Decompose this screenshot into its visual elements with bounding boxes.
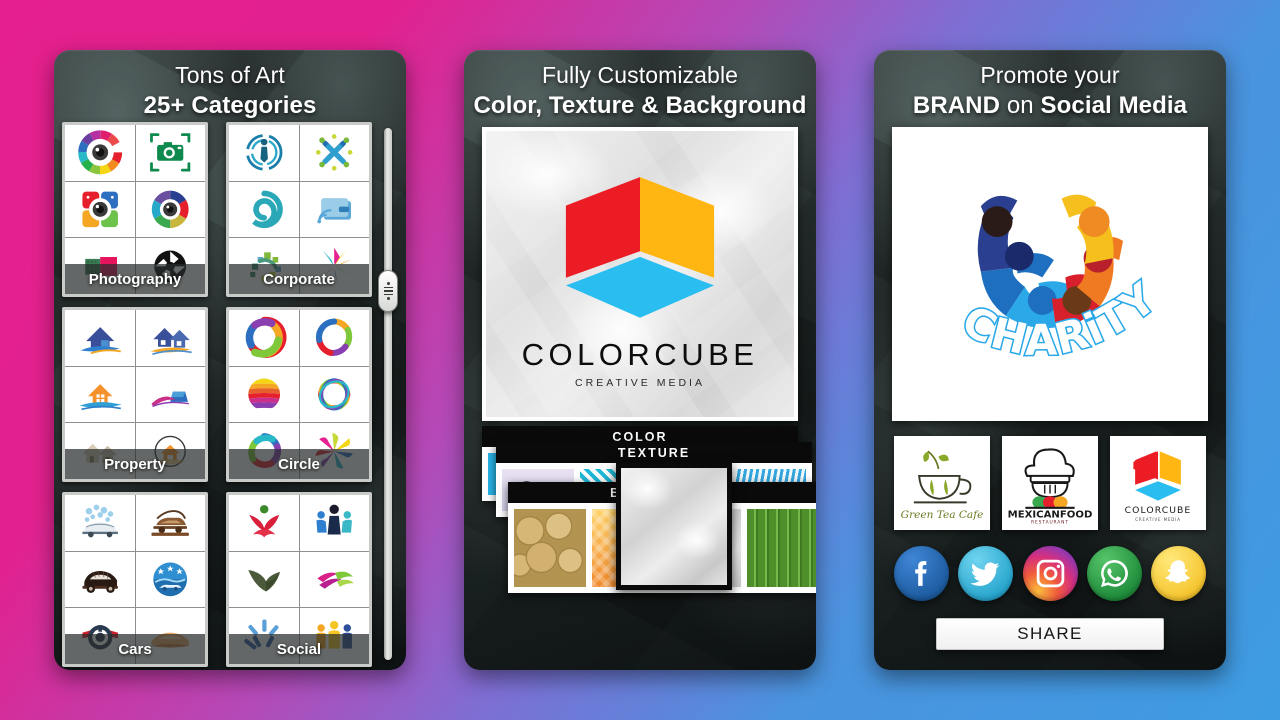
logo-thumb[interactable] [65,310,135,366]
category-label-photography: Photography [65,264,205,294]
panel-tons-of-art: Tons of Art 25+ Categories Photography C… [54,50,406,670]
logo-thumb[interactable] [65,125,135,181]
heading-bold-social-media: Social Media [1040,92,1188,119]
category-label-cars: Cars [65,634,205,664]
heading-line-1: Fully Customizable [541,62,739,88]
heading-line-1: Tons of Art [175,62,285,88]
category-row: Cars Social [62,492,372,670]
thumbnail-green-tea-cafe[interactable]: Green Tea Cafe [894,436,990,530]
social-share-row [894,546,1206,601]
category-card-circle[interactable]: Circle [226,307,372,482]
thumbnail-sublabel: CREATIVE MEDIA [1135,517,1181,522]
logo-thumb[interactable] [65,366,135,423]
category-row: Property Circle [62,307,372,485]
selected-background-preview [621,468,727,585]
colorcube-logo: COLORCUBE CREATIVE MEDIA [486,131,794,417]
logo-thumb[interactable] [65,551,135,608]
logo-thumb[interactable] [65,181,135,238]
logo-thumb[interactable] [299,551,369,608]
category-row: Photography Corporate [62,122,372,300]
logo-thumb[interactable] [299,495,369,551]
snapchat-icon [1165,560,1190,584]
green-tea-cafe-logo: Green Tea Cafe [901,450,984,521]
charity-logo-frame[interactable]: CHARiTY [892,127,1208,421]
thumbnail-canvas: COLORCUBE CREATIVE MEDIA [1114,440,1202,526]
twitter-icon [970,562,1000,586]
selected-background-swatch[interactable] [616,463,732,590]
logo-thumb[interactable] [229,495,299,551]
thumbnail-label: MEXICANFOOD [1008,509,1093,520]
heading-line-2: BRAND on Social Media [874,90,1226,121]
charity-logo-canvas: CHARiTY [897,132,1203,416]
brand-tagline: CREATIVE MEDIA [575,376,705,389]
thumbnail-label: Green Tea Cafe [901,509,984,521]
logo-thumb[interactable] [135,181,205,238]
panel-fully-customizable: Fully Customizable Color, Texture & Back… [464,50,816,670]
category-card-corporate[interactable]: Corporate [226,122,372,297]
logo-thumb[interactable] [135,495,205,551]
logo-thumb[interactable] [299,125,369,181]
scrollbar-thumb[interactable] [378,270,398,312]
category-card-social[interactable]: Social [226,492,372,667]
snapchat-share-button[interactable] [1151,546,1206,601]
logo-thumb[interactable] [135,551,205,608]
thumbnail-canvas: MEXICANFOOD RESTAURANT [1006,440,1094,526]
charity-logo: CHARiTY [953,194,1166,366]
category-scroll-area[interactable]: Photography Corporate Property Circle Ca… [62,122,372,667]
logo-thumb[interactable] [229,366,299,423]
facebook-icon [915,561,927,586]
heading-line-2: Color, Texture & Background [473,92,807,119]
logo-thumb[interactable] [229,310,299,366]
logo-thumb[interactable] [299,310,369,366]
colorcube-thumb-logo: COLORCUBE CREATIVE MEDIA [1125,451,1192,522]
category-label-property: Property [65,449,205,479]
thumbnail-canvas: Green Tea Cafe [898,440,986,526]
category-label-social: Social [229,634,369,664]
instagram-share-button[interactable] [1022,546,1078,601]
whatsapp-share-button[interactable] [1086,546,1142,601]
category-label-corporate: Corporate [229,264,369,294]
background-swatch[interactable] [746,509,816,587]
thumbnail-label: COLORCUBE [1125,505,1192,516]
logo-thumb[interactable] [299,366,369,423]
logo-thumbnail-row: Green Tea Cafe MEXICANFOOD RESTAURANT CO… [894,436,1206,530]
twitter-share-button[interactable] [958,546,1014,601]
logo-thumb[interactable] [135,125,205,181]
mexicanfood-logo: MEXICANFOOD RESTAURANT [1008,448,1093,525]
heading-bold-brand: BRAND [912,92,1001,119]
instagram-icon [1036,559,1064,588]
thumbnail-colorcube[interactable]: COLORCUBE CREATIVE MEDIA [1110,436,1206,530]
panel-custom-heading: Fully Customizable Color, Texture & Back… [464,50,816,121]
vertical-scrollbar[interactable] [378,128,398,660]
facebook-share-button[interactable] [894,546,949,601]
logo-thumb[interactable] [65,495,135,551]
share-button[interactable]: SHARE [936,618,1164,650]
panel-promote-heading: Promote your BRAND on Social Media [874,50,1226,121]
heading-regular-on: on [1000,92,1041,119]
whatsapp-icon [1100,560,1128,587]
logo-thumb[interactable] [299,181,369,238]
heading-line-1: Promote your [980,62,1120,88]
heading-line-2: 25+ Categories [143,92,317,119]
logo-thumb[interactable] [135,366,205,423]
brand-name: COLORCUBE [521,336,759,372]
logo-thumb[interactable] [135,310,205,366]
panel-art-heading: Tons of Art 25+ Categories [54,50,406,121]
logo-thumb[interactable] [229,551,299,608]
category-card-cars[interactable]: Cars [62,492,208,667]
thumbnail-sublabel: RESTAURANT [1031,519,1069,525]
category-card-photography[interactable]: Photography [62,122,208,297]
logo-thumb[interactable] [229,181,299,238]
panel-promote-brand: Promote your BRAND on Social Media CHARi… [874,50,1226,670]
texture-stack-title: TEXTURE [496,442,812,463]
category-label-circle: Circle [229,449,369,479]
logo-preview-frame[interactable]: COLORCUBE CREATIVE MEDIA [482,127,798,421]
logo-preview-canvas: COLORCUBE CREATIVE MEDIA [486,131,794,417]
background-swatch[interactable] [514,509,586,587]
cube-icon [565,176,715,318]
category-card-property[interactable]: Property [62,307,208,482]
thumbnail-mexicanfood[interactable]: MEXICANFOOD RESTAURANT [1002,436,1098,530]
logo-thumb[interactable] [229,125,299,181]
